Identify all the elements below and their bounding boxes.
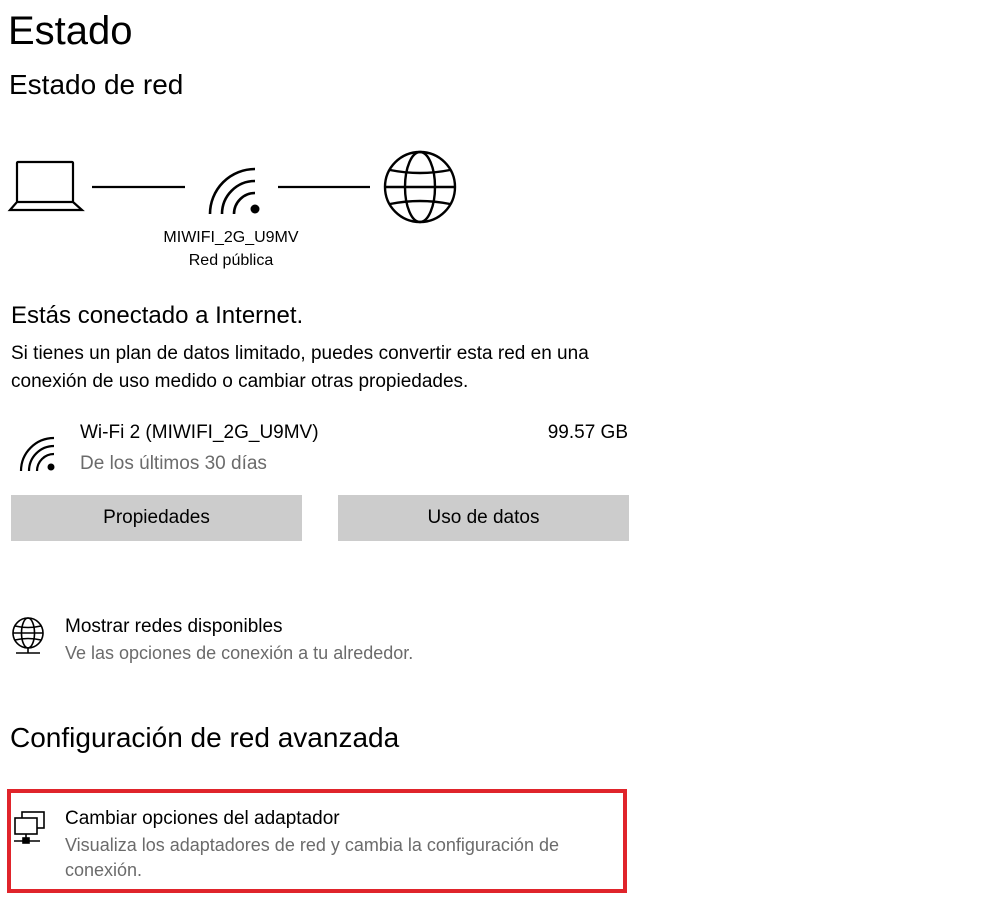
advanced-settings-title: Configuración de red avanzada — [10, 722, 400, 753]
change-adapter-description: Visualiza los adaptadores de red y cambi… — [65, 835, 559, 880]
network-diagram-graphic — [7, 150, 457, 224]
wifi-icon — [19, 436, 55, 472]
network-name: MIWIFI_2G_U9MV — [163, 229, 299, 246]
laptop-icon — [7, 160, 85, 212]
show-networks-title[interactable]: Mostrar redes disponibles — [65, 614, 283, 640]
show-networks-description: Ve las opciones de conexión a tu alreded… — [65, 643, 414, 663]
data-usage-button[interactable]: Uso de datos — [338, 495, 629, 541]
network-type: Red pública — [188, 252, 274, 269]
properties-button[interactable]: Propiedades — [11, 495, 302, 541]
globe-network-icon — [12, 617, 44, 654]
adapter-data-usage: 99.57 GB — [547, 422, 628, 443]
adapter-usage-period: De los últimos 30 días — [80, 453, 267, 474]
network-adapter-icon — [14, 811, 45, 844]
connection-status: Estás conectado a Internet. — [11, 302, 304, 329]
connection-description: Si tienes un plan de datos limitado, pue… — [11, 343, 589, 392]
globe-icon — [383, 150, 457, 224]
section-title-network-status: Estado de red — [9, 69, 184, 100]
page-title: Estado — [8, 9, 133, 53]
adapter-name: Wi-Fi 2 (MIWIFI_2G_U9MV) — [80, 422, 319, 443]
change-adapter-title[interactable]: Cambiar opciones del adaptador — [65, 806, 340, 832]
wifi-icon — [208, 167, 260, 215]
